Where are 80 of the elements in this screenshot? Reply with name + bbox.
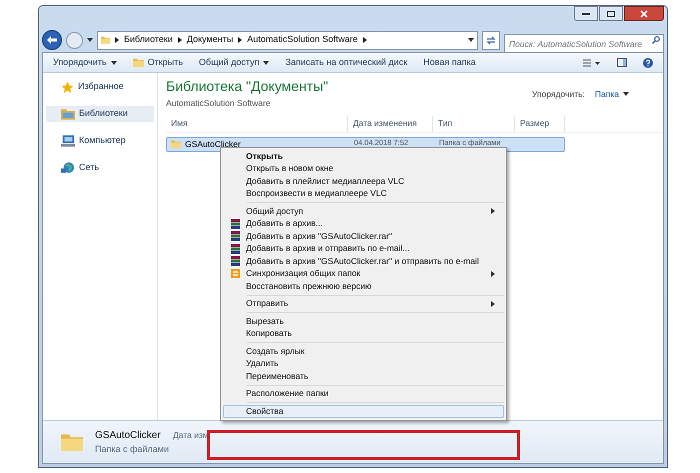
toolbar-button[interactable]: Новая папка (423, 56, 476, 70)
menu-item[interactable]: Синхронизация общих папок (223, 268, 504, 280)
help-icon[interactable] (643, 58, 653, 68)
menu-item[interactable]: Расположение папки (223, 388, 504, 400)
toolbar-button[interactable]: Общий доступ (198, 56, 270, 70)
library-icon (61, 108, 75, 120)
refresh-icon (486, 36, 496, 44)
preview-pane-icon[interactable] (617, 58, 627, 67)
breadcrumb-item[interactable]: Документы (186, 33, 234, 47)
sync-icon (230, 269, 240, 278)
submenu-arrow-icon (491, 300, 495, 307)
column-header[interactable]: Дата изменения (348, 116, 433, 132)
refresh-button[interactable] (482, 30, 500, 50)
back-button[interactable] (42, 30, 62, 50)
star-icon (61, 80, 74, 94)
menu-item[interactable]: Отправить (223, 298, 504, 310)
close-icon (640, 10, 648, 18)
menu-item[interactable]: Восстановить прежнюю версию (223, 280, 504, 292)
menu-item[interactable]: Переименовать (223, 370, 504, 382)
caret-icon (110, 60, 117, 64)
back-arrow-icon (47, 36, 57, 44)
arrange-dropdown[interactable]: Папка (594, 88, 629, 101)
breadcrumb-item[interactable]: AutomaticSolution Software (247, 33, 358, 47)
sidebar-item[interactable]: Компьютер (46, 133, 154, 149)
details-type: Папка с файлами (95, 442, 169, 456)
caret-icon (623, 92, 629, 96)
archive-icon (230, 231, 240, 242)
column-header[interactable]: Имя (166, 116, 348, 132)
chevron-icon (238, 37, 242, 43)
column-header[interactable]: Тип (433, 116, 515, 132)
sidebar-item[interactable]: Сеть (46, 160, 154, 176)
network-icon (61, 162, 75, 174)
chevron-icon (362, 37, 367, 43)
search-field[interactable]: Поиск: AutomaticSolution Software (504, 34, 664, 53)
menu-item[interactable]: Общий доступ (223, 205, 504, 218)
arrange-label: Упорядочить: (532, 88, 585, 101)
library-subtitle: AutomaticSolution Software (166, 97, 272, 110)
details-name: GSAutoClicker (95, 428, 162, 443)
file-name: GSAutoClicker (185, 138, 241, 151)
archive-icon (230, 244, 240, 254)
sidebar-item[interactable]: Избранное (46, 79, 154, 95)
menu-item[interactable]: Копировать (223, 328, 504, 340)
toolbar-button[interactable]: Упорядочить (53, 56, 117, 70)
menu-item[interactable]: Открыть в новом окне (223, 162, 504, 175)
library-title: Библиотека "Документы" (166, 77, 328, 96)
menu-item[interactable]: Свойства (223, 405, 504, 418)
toolbar-button[interactable]: Записать на оптический диск (285, 56, 408, 70)
close-button[interactable] (624, 6, 664, 21)
maximize-button[interactable] (599, 6, 623, 21)
chevron-icon (178, 37, 182, 43)
column-header[interactable]: Размер (515, 116, 565, 132)
computer-icon (61, 135, 75, 147)
caret-icon (468, 38, 474, 42)
breadcrumb-item[interactable]: Библиотеки (124, 33, 173, 47)
menu-item[interactable]: Открыть (223, 150, 504, 162)
caret-icon (263, 60, 270, 64)
archive-icon (230, 218, 240, 229)
folder-icon (101, 35, 110, 45)
view-icon[interactable] (583, 58, 601, 66)
address-bar[interactable]: Библиотеки Документы AutomaticSolution Software (97, 30, 478, 50)
menu-item[interactable]: Добавить в плейлист медиаплеера VLC (223, 175, 504, 188)
search-icon (652, 36, 660, 44)
folder-open-icon (132, 58, 144, 67)
submenu-arrow-icon (491, 208, 495, 214)
toolbar-button[interactable]: Открыть (132, 56, 183, 70)
menu-item[interactable]: Создать ярлык (223, 345, 504, 358)
chevron-icon (115, 37, 119, 43)
menu-item[interactable]: Добавить в архив и отправить по e-mail... (223, 242, 504, 255)
archive-icon (230, 256, 240, 266)
menu-item[interactable]: Удалить (223, 358, 504, 370)
menu-item[interactable]: Добавить в архив... (223, 218, 504, 230)
menu-item[interactable]: Добавить в архив "GSAutoClicker.rar" (223, 230, 504, 242)
menu-item[interactable]: Воспроизвести в медиаплеере VLC (223, 188, 504, 200)
submenu-arrow-icon (491, 270, 495, 277)
minimize-button[interactable] (574, 6, 598, 21)
menu-item[interactable]: Добавить в архив "GSAutoClicker.rar" и отправить по e-mail (223, 255, 504, 268)
folder-icon (171, 139, 181, 150)
sidebar-item[interactable]: Библиотеки (46, 106, 154, 122)
caret-icon (87, 38, 93, 42)
menu-item[interactable]: Вырезать (223, 315, 504, 328)
